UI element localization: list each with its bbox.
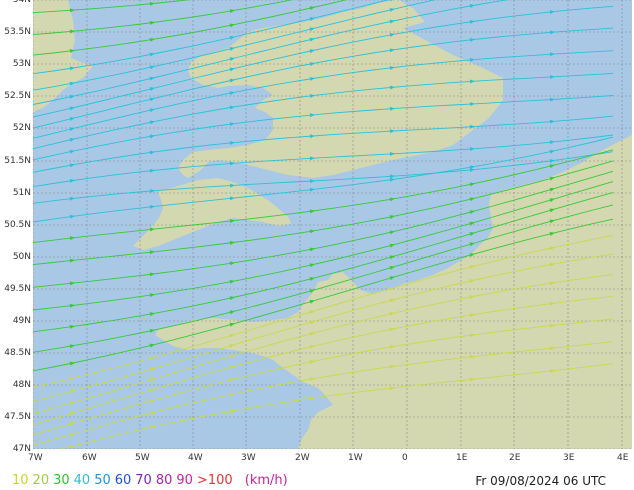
legend-item: 60 [114,473,132,488]
legend-item: 20 [32,473,50,488]
latitude-label: 49.5N [4,284,31,294]
legend-item: >100 [196,473,233,488]
latitude-label: 51N [12,188,31,198]
forecast-timestamp: Fr 09/08/2024 06 UTC [475,474,606,488]
wind-speed-legend: 10 20 30 40 50 60 70 80 90 >100 (km/h) [12,473,292,489]
legend-scale: 10 20 30 40 50 60 70 80 90 >100 [12,473,237,488]
legend-item: 40 [73,473,91,488]
latitude-label: 48N [12,380,31,390]
latitude-label: 47N [12,444,31,454]
latitude-label: 52.5N [4,91,31,101]
legend-item: 80 [155,473,173,488]
longitude-label: 3E [563,453,575,463]
legend-item: 50 [94,473,111,488]
legend-item: 30 [53,473,70,488]
longitude-label: 5W [135,453,150,463]
latitude-label: 51.5N [4,156,31,166]
legend-item: 90 [176,473,193,488]
longitude-label: 6W [82,453,97,463]
longitude-label: 1E [456,453,468,463]
longitude-label: 7W [28,453,43,463]
longitude-label: 1W [348,453,363,463]
legend-item: 70 [135,473,152,488]
latitude-label: 54N [12,0,31,5]
longitude-label: 4E [617,453,629,463]
latitude-label: 49N [12,316,31,326]
latitude-label: 50N [12,252,31,262]
legend-item: 10 [12,473,29,488]
latitude-label: 50.5N [4,220,31,230]
longitude-label: 4W [188,453,203,463]
map-canvas [33,0,632,449]
latitude-label: 52N [12,123,31,133]
wind-streamline-map [33,0,632,449]
longitude-label: 3W [241,453,256,463]
longitude-label: 0 [402,453,408,463]
latitude-label: 47.5N [4,412,31,422]
longitude-label: 2W [295,453,310,463]
longitude-label: 2E [509,453,521,463]
latitude-label: 53N [12,59,31,69]
latitude-label: 53.5N [4,27,31,37]
latitude-label: 48.5N [4,348,31,358]
legend-unit: (km/h) [244,473,288,488]
